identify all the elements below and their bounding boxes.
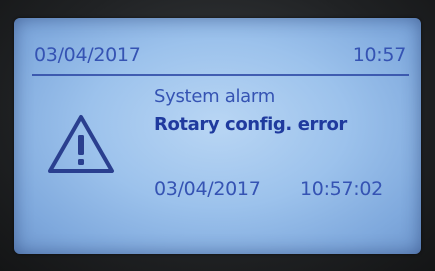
alarm-time: 10:57:02 <box>300 178 383 200</box>
header-divider <box>32 74 409 76</box>
alarm-date: 03/04/2017 <box>154 178 261 200</box>
alarm-title: System alarm <box>154 86 275 107</box>
device-bezel: 03/04/2017 10:57 System alarm Rotary con… <box>0 0 435 271</box>
header-time: 10:57 <box>352 44 407 66</box>
alarm-message: Rotary config. error <box>154 114 347 135</box>
warning-triangle-icon <box>48 115 114 173</box>
header-date: 03/04/2017 <box>34 44 141 66</box>
lcd-screen: 03/04/2017 10:57 System alarm Rotary con… <box>14 18 421 254</box>
